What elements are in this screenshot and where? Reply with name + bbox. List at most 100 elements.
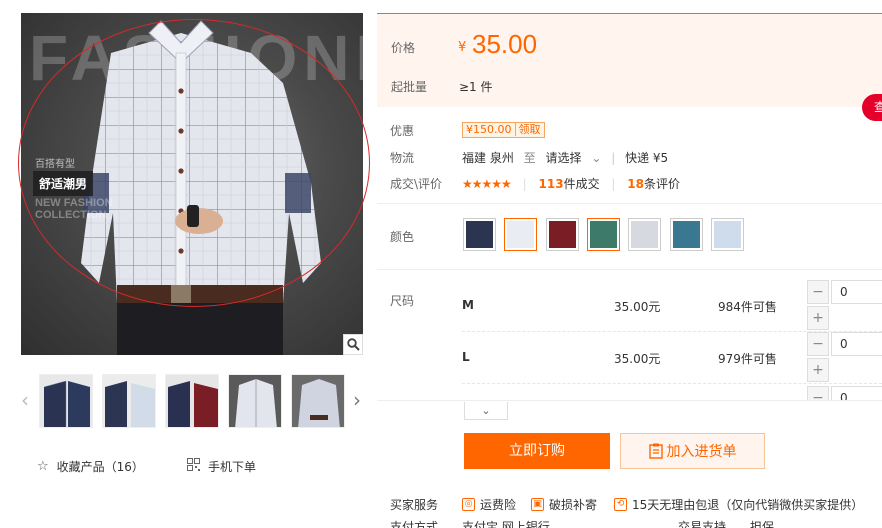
services-label: 买家服务 — [390, 498, 439, 512]
size-stock: 984件可售 — [718, 300, 777, 314]
logistics-row: 物流 — [390, 149, 414, 166]
collect-product-link[interactable]: ☆ 收藏产品（16） — [37, 458, 144, 475]
price-value: 35.00 — [472, 29, 538, 59]
rating-stars-icon: ★★★★★ — [462, 177, 512, 191]
swatch-image — [631, 221, 658, 248]
size-stock: 979件可售 — [718, 352, 777, 366]
color-label: 颜色 — [390, 230, 415, 244]
service-item[interactable]: ▣ 破损补寄 — [531, 496, 597, 513]
increase-button[interactable]: + — [807, 306, 829, 330]
chevron-down-icon: ⌄ — [481, 404, 491, 417]
price-label: 价格 — [391, 41, 416, 55]
promo-row: 优惠 — [390, 122, 414, 139]
promo-english: NEW FASHION COLLECTION — [35, 197, 113, 221]
divider — [377, 203, 882, 204]
mobile-order-link[interactable]: 手机下单 — [187, 458, 256, 475]
shipping-insurance-icon: ◎ — [462, 498, 475, 511]
thumbnail[interactable] — [102, 374, 156, 428]
damage-replace-icon: ▣ — [531, 498, 544, 511]
swatch-image — [507, 221, 534, 248]
color-swatch-white-check[interactable] — [504, 218, 537, 251]
buy-now-button[interactable]: 立即订购 — [464, 433, 610, 469]
decrease-button[interactable]: − — [807, 280, 829, 304]
qr-grid-icon — [187, 458, 200, 475]
thumbnail[interactable] — [165, 374, 219, 428]
thumbnail[interactable] — [39, 374, 93, 428]
quantity-input[interactable]: 0 — [831, 386, 882, 400]
logistics-label: 物流 — [390, 151, 415, 165]
deals-link[interactable]: 113件成交 — [539, 177, 600, 191]
reviews-value: ★★★★★ | 113件成交 | 18条评价 — [462, 177, 680, 191]
promo-title: 舒适潮男 — [33, 171, 94, 196]
collect-label: 收藏产品（16） — [56, 460, 144, 474]
size-name: M — [462, 298, 474, 312]
size-option-row-partial: − 0 — [462, 384, 882, 400]
color-row: 颜色 — [390, 228, 414, 245]
price-panel: 价格 ¥ 35.00 起批量 ≥1 件 — [377, 13, 882, 107]
color-swatch-navy[interactable] — [463, 218, 496, 251]
promo-label: 优惠 — [390, 124, 415, 138]
coupon-claim[interactable]: 领取 — [514, 123, 544, 136]
swatch-image — [590, 221, 617, 248]
side-tab-button[interactable]: 查 — [862, 94, 882, 121]
color-swatch-light-grey[interactable] — [628, 218, 661, 251]
thumbnail-image — [229, 375, 281, 427]
swatch-image — [549, 221, 576, 248]
decrease-button[interactable]: − — [807, 332, 829, 356]
swatch-image — [673, 221, 700, 248]
destination-select[interactable]: 请选择 ⌄ — [546, 151, 602, 165]
ship-to-word: 至 — [523, 151, 536, 165]
color-swatch-light-blue[interactable] — [711, 218, 744, 251]
trade-value: 担保 — [750, 520, 775, 528]
color-swatch-teal-blue[interactable] — [670, 218, 703, 251]
color-swatch-green-check[interactable] — [587, 218, 620, 251]
swatch-image — [466, 221, 493, 248]
return-icon: ⟲ — [614, 498, 627, 511]
divider — [377, 400, 882, 401]
thumbnail[interactable] — [228, 374, 282, 428]
shipping-method: 快递 ¥5 — [625, 151, 669, 165]
quantity-input[interactable]: 0 — [831, 280, 882, 304]
size-price: 35.00元 — [614, 352, 661, 366]
thumbnail-image — [103, 375, 155, 427]
ship-from: 福建 泉州 — [462, 151, 514, 165]
thumbnail-strip: ‹ › — [18, 372, 368, 428]
decrease-button[interactable]: − — [807, 386, 829, 400]
reviews-row: 成交\评价 — [390, 175, 442, 192]
zoom-button[interactable] — [343, 334, 363, 355]
increase-button[interactable]: + — [807, 358, 829, 382]
thumbnail-image — [166, 375, 218, 427]
thumbnail-image — [40, 375, 92, 427]
swatch-image — [714, 221, 741, 248]
quantity-input[interactable]: 0 — [831, 332, 882, 356]
coupon-badge[interactable]: ¥150.00 领取 — [462, 122, 545, 138]
service-item[interactable]: ⟲ 15天无理由包退（仅向代销微供买家提供） — [614, 496, 863, 513]
coupon-amount: ¥150.00 — [466, 123, 512, 136]
add-to-cart-label: 加入进货单 — [666, 444, 737, 460]
mobile-order-label: 手机下单 — [208, 460, 257, 474]
payment-label: 支付方式 — [390, 520, 439, 528]
add-to-cart-button[interactable]: 加入进货单 — [620, 433, 765, 469]
size-price: 35.00元 — [614, 300, 661, 314]
main-product-image[interactable]: FASHIONMAN 百搭有型 舒适潮男 NEW FA — [21, 13, 363, 355]
payment-value: 支付宝 网上银行 — [462, 520, 550, 528]
divider — [377, 269, 882, 270]
reviews-link[interactable]: 18条评价 — [627, 177, 680, 191]
moq-label: 起批量 — [391, 80, 428, 94]
size-row-label: 尺码 — [390, 292, 414, 309]
color-swatch-wine-red[interactable] — [546, 218, 579, 251]
clipboard-icon — [648, 434, 663, 468]
thumbnail-next-arrow[interactable]: › — [350, 386, 364, 414]
size-name: L — [462, 350, 470, 364]
size-option-row: M 35.00元 984件可售 − 0 + — [462, 280, 882, 332]
currency-symbol: ¥ — [458, 40, 467, 55]
thumbnail[interactable] — [291, 374, 345, 428]
reviews-label: 成交\评价 — [390, 177, 443, 191]
expand-sizes-toggle[interactable]: ⌄ — [464, 402, 508, 420]
logistics-value: 福建 泉州 至 请选择 ⌄ | 快递 ¥5 — [462, 151, 669, 165]
size-option-row: L 35.00元 979件可售 − 0 + — [462, 332, 882, 384]
service-item[interactable]: ◎ 运费险 — [462, 496, 516, 513]
moq-value: ≥1 件 — [459, 80, 493, 94]
trade-label: 交易支持 — [678, 520, 727, 528]
thumbnail-prev-arrow[interactable]: ‹ — [18, 386, 32, 414]
